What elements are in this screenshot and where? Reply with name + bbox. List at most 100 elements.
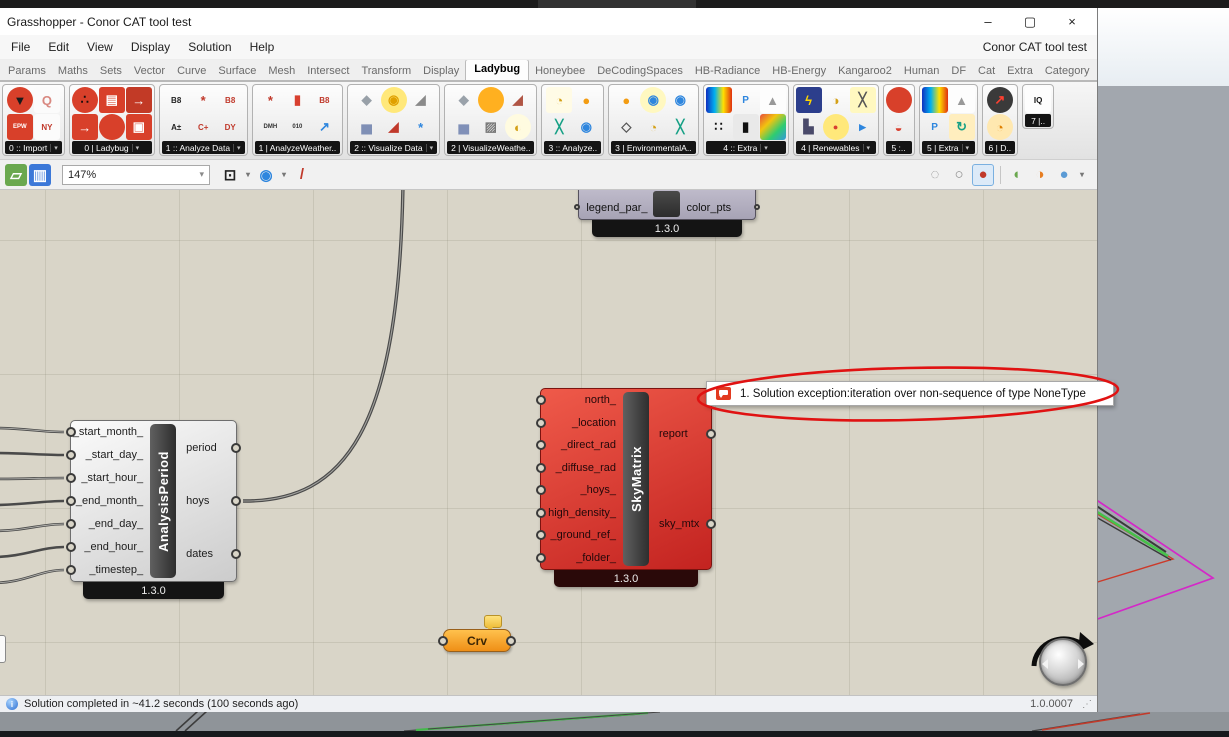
curve-arrow-icon[interactable]: ↗ bbox=[311, 114, 337, 140]
thermometer-icon[interactable]: ▮ bbox=[284, 87, 310, 113]
input-port-direct-rad[interactable]: _direct_rad bbox=[541, 434, 621, 457]
output-port-report[interactable]: report bbox=[651, 423, 711, 445]
curve-param-component[interactable]: Crv bbox=[443, 629, 511, 652]
epw-file-icon[interactable]: EPW bbox=[7, 114, 33, 140]
wind-turbine-icon[interactable]: ╳ bbox=[850, 87, 876, 113]
bar-chart-icon[interactable]: ▅ bbox=[354, 114, 380, 140]
tab-ladybug[interactable]: Ladybug bbox=[465, 59, 529, 80]
striped-road-icon[interactable]: ▨ bbox=[478, 114, 504, 140]
tab-sets[interactable]: Sets bbox=[94, 62, 128, 80]
refresh-color-icon[interactable]: ↻ bbox=[949, 114, 975, 140]
input-port-end-day[interactable]: _end_day_ bbox=[71, 512, 148, 535]
group-dropdown-caret-icon[interactable]: ▾ bbox=[132, 144, 140, 152]
preview-eye-icon[interactable]: ◉ bbox=[255, 164, 277, 186]
tab-cat[interactable]: Cat bbox=[972, 62, 1001, 80]
close-button[interactable]: × bbox=[1051, 8, 1093, 35]
canvas-nav-ball[interactable] bbox=[1039, 638, 1087, 686]
input-port-hoys[interactable]: _hoys_ bbox=[541, 479, 621, 502]
dots-grid-icon[interactable]: ∷ bbox=[706, 114, 732, 140]
folder-red-icon[interactable]: ▣ bbox=[126, 114, 152, 140]
analysis-period-component[interactable]: _start_month__start_day__start_hour__end… bbox=[70, 420, 237, 582]
resize-grip[interactable]: ⋰ bbox=[1082, 699, 1092, 710]
shadow-box-icon[interactable]: ◇ bbox=[613, 114, 639, 140]
pole-icon[interactable]: * bbox=[257, 87, 283, 113]
tab-surface[interactable]: Surface bbox=[212, 62, 262, 80]
ladybug-icon[interactable]: ∴ bbox=[72, 87, 98, 113]
zoom-dropdown-caret[interactable]: ▾ bbox=[243, 164, 253, 186]
group-label[interactable]: 3 | EnvironmentalA.. bbox=[611, 141, 695, 154]
sun-shades-icon[interactable]: ◑ bbox=[823, 87, 849, 113]
group-label[interactable]: 0 :: Import▾ bbox=[5, 141, 62, 154]
heel-chart-icon[interactable]: ◢ bbox=[408, 87, 434, 113]
analysis-eye-icon[interactable]: ◉ bbox=[667, 87, 693, 113]
wind-fan-icon[interactable]: ╳ bbox=[667, 114, 693, 140]
group-label[interactable]: 2 | VisualizeWeathe.. bbox=[447, 141, 534, 154]
compress-arrows-icon[interactable]: * bbox=[408, 114, 434, 140]
zoom-select[interactable]: 147% ▾ bbox=[62, 165, 210, 185]
group-label[interactable]: 2 :: Visualize Data▾ bbox=[350, 141, 437, 154]
minimize-button[interactable]: – bbox=[967, 8, 1009, 35]
preview-green-icon[interactable]: ◖ bbox=[1005, 164, 1027, 186]
tab-intersect[interactable]: Intersect bbox=[301, 62, 355, 80]
tab-transform[interactable]: Transform bbox=[355, 62, 417, 80]
input-port-start-hour[interactable]: _start_hour_ bbox=[71, 467, 148, 490]
sunlight-hours-icon[interactable]: ● bbox=[613, 87, 639, 113]
eye-dropdown-caret[interactable]: ▾ bbox=[279, 164, 289, 186]
ba-ratio-icon[interactable]: B8 bbox=[217, 87, 243, 113]
weather-bars-icon[interactable]: ▅ bbox=[451, 114, 477, 140]
save-file-icon[interactable]: ▥ bbox=[29, 164, 51, 186]
analysis-pole-icon[interactable]: * bbox=[190, 87, 216, 113]
hydro-drop-icon[interactable]: ● bbox=[823, 114, 849, 140]
preview-blue-icon[interactable]: ● bbox=[1053, 164, 1075, 186]
input-port-diffuse-rad[interactable]: _diffuse_rad bbox=[541, 457, 621, 480]
output-port-dates[interactable]: dates bbox=[178, 543, 236, 565]
search-location-icon[interactable]: Q bbox=[34, 87, 60, 113]
input-port-north[interactable]: north_ bbox=[541, 389, 621, 412]
plane-icon[interactable]: ▸ bbox=[850, 114, 876, 140]
tab-category[interactable]: Category bbox=[1039, 62, 1096, 80]
input-port-location[interactable]: _location bbox=[541, 412, 621, 435]
menu-solution[interactable]: Solution bbox=[180, 40, 241, 54]
sky-matrix-component[interactable]: north__location_direct_rad_diffuse_rad_h… bbox=[540, 388, 712, 570]
tab-decodingspaces[interactable]: DeCodingSpaces bbox=[591, 62, 689, 80]
factory-icon[interactable]: ▙ bbox=[796, 114, 822, 140]
output-port-hoys[interactable]: hoys bbox=[178, 490, 236, 512]
recolor-p-icon[interactable]: P bbox=[922, 114, 948, 140]
gradient-extra-icon[interactable] bbox=[922, 87, 948, 113]
sun-path-icon[interactable]: ◉ bbox=[381, 87, 407, 113]
legend-paint-icon[interactable]: P bbox=[733, 87, 759, 113]
no-preview-icon[interactable]: ◌ bbox=[924, 164, 946, 186]
ba-numbers-icon[interactable]: B8 bbox=[311, 87, 337, 113]
component-name-capsule[interactable]: AnalysisPeriod bbox=[150, 424, 176, 578]
input-port-timestep[interactable]: _timestep_ bbox=[71, 558, 148, 581]
photon-ball-icon[interactable] bbox=[886, 87, 912, 113]
group-dropdown-caret-icon[interactable]: ▾ bbox=[962, 144, 970, 152]
legend-output-grip[interactable] bbox=[754, 204, 760, 210]
group-label[interactable]: 1 :: Analyze Data▾ bbox=[162, 141, 245, 154]
tab-df[interactable]: DF bbox=[945, 62, 972, 80]
input-port-ground-ref[interactable]: _ground_ref_ bbox=[541, 524, 621, 547]
update-file-icon[interactable]: ▤ bbox=[99, 87, 125, 113]
zoom-extents-icon[interactable]: ⊡ bbox=[219, 164, 241, 186]
menu-file[interactable]: File bbox=[3, 40, 40, 54]
tab-human[interactable]: Human bbox=[898, 62, 945, 80]
sketch-pen-icon[interactable]: / bbox=[291, 164, 313, 186]
fly-file-icon[interactable]: → bbox=[126, 87, 152, 113]
gauge-ball-icon[interactable]: ◒ bbox=[886, 114, 912, 140]
image-viewer-icon[interactable]: ▲ bbox=[760, 87, 786, 113]
gradient-icon[interactable] bbox=[706, 87, 732, 113]
adjust-data-icon[interactable]: A± bbox=[163, 114, 189, 140]
fly-icon[interactable]: → bbox=[72, 114, 98, 140]
component-name-capsule[interactable]: SkyMatrix bbox=[623, 392, 649, 566]
maximize-button[interactable]: ▢ bbox=[1009, 8, 1051, 35]
mesh-kite-icon[interactable]: ◆ bbox=[354, 87, 380, 113]
group-label[interactable]: 5 :.. bbox=[886, 141, 912, 154]
dy-icon[interactable]: DY bbox=[217, 114, 243, 140]
input-port-end-hour[interactable]: _end_hour_ bbox=[71, 535, 148, 558]
preview-dropdown-caret[interactable]: ▾ bbox=[1077, 164, 1087, 186]
group-dropdown-caret-icon[interactable]: ▾ bbox=[426, 144, 434, 152]
input-port-start-day[interactable]: _start_day_ bbox=[71, 444, 148, 467]
group-label[interactable]: 6 | D.. bbox=[985, 141, 1016, 154]
preview-orange-icon[interactable]: ◑ bbox=[1029, 164, 1051, 186]
group-dropdown-caret-icon[interactable]: ▾ bbox=[760, 144, 768, 152]
